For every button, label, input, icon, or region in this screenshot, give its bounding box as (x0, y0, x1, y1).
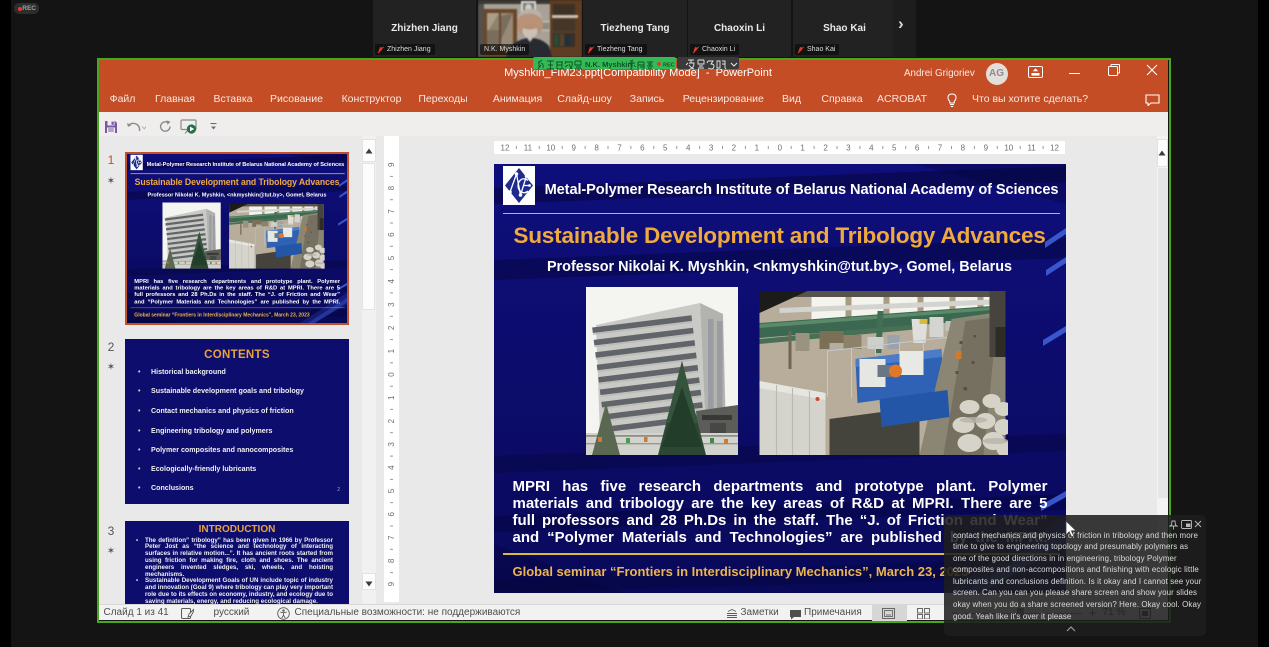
svg-text:1: 1 (387, 348, 396, 353)
svg-text:11: 11 (523, 143, 532, 152)
svg-text:12: 12 (1050, 143, 1059, 152)
svg-text:12: 12 (500, 143, 509, 152)
svg-text:4: 4 (869, 143, 874, 152)
svg-text:3: 3 (846, 143, 851, 152)
svg-text:9: 9 (387, 162, 396, 167)
svg-text:8: 8 (387, 558, 396, 563)
svg-text:2: 2 (387, 418, 396, 423)
svg-text:8: 8 (594, 143, 599, 152)
svg-text:REC: REC (663, 63, 675, 69)
svg-text:2: 2 (731, 143, 736, 152)
svg-text:5: 5 (662, 143, 667, 152)
svg-text:6: 6 (640, 143, 645, 152)
svg-text:1: 1 (800, 143, 805, 152)
svg-text:0: 0 (777, 143, 782, 152)
svg-text:7: 7 (387, 535, 396, 540)
svg-text:7: 7 (387, 209, 396, 214)
svg-text:5: 5 (387, 488, 396, 493)
svg-text:9: 9 (387, 581, 396, 586)
svg-text:4: 4 (387, 465, 396, 470)
svg-text:1: 1 (387, 395, 396, 400)
svg-text:11: 11 (1027, 143, 1036, 152)
svg-text:7: 7 (937, 143, 942, 152)
svg-text:3: 3 (708, 143, 713, 152)
svg-text:6: 6 (387, 512, 396, 517)
svg-text:2: 2 (823, 143, 828, 152)
svg-text:3: 3 (387, 302, 396, 307)
svg-text:8: 8 (387, 185, 396, 190)
svg-text:10: 10 (1004, 143, 1013, 152)
svg-text:6: 6 (914, 143, 919, 152)
svg-text:9: 9 (571, 143, 576, 152)
svg-text:8: 8 (960, 143, 965, 152)
svg-text:3: 3 (387, 442, 396, 447)
svg-text:9: 9 (983, 143, 988, 152)
svg-text:0: 0 (387, 372, 396, 377)
svg-text:5: 5 (387, 255, 396, 260)
svg-text:1: 1 (754, 143, 759, 152)
svg-text:5: 5 (891, 143, 896, 152)
svg-text:6: 6 (387, 232, 396, 237)
svg-text:N.K. Myshkin: N.K. Myshkin (585, 60, 633, 69)
svg-text:7: 7 (617, 143, 622, 152)
svg-text:4: 4 (387, 279, 396, 284)
svg-text:10: 10 (546, 143, 555, 152)
svg-text:4: 4 (685, 143, 690, 152)
svg-text:2: 2 (387, 325, 396, 330)
